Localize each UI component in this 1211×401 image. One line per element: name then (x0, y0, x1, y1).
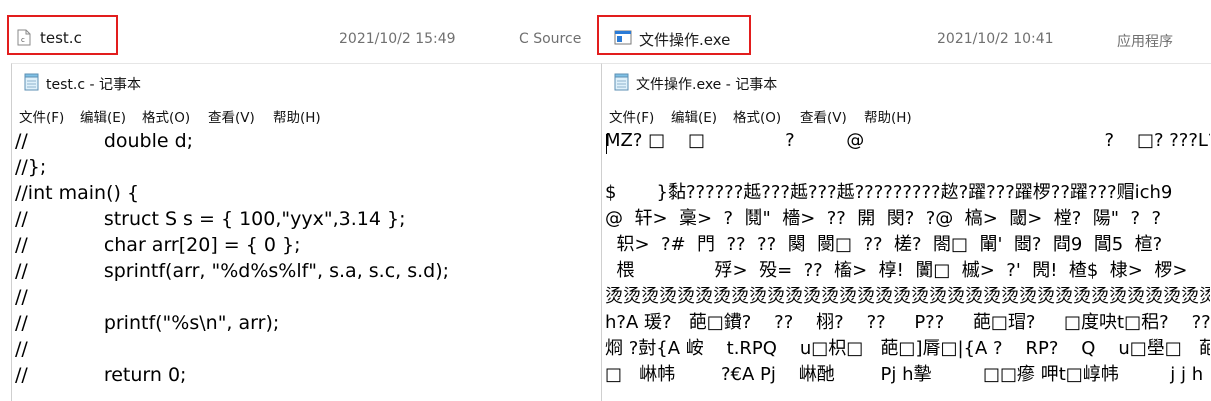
binary-text-line: @ 轩> 稾> ? 鬩" 檣> ?? 開 閔? ?@ 槁> 閾> 樘? 陽" ?… (605, 208, 1162, 229)
exe-file-icon (614, 29, 632, 46)
menu-file[interactable]: 文件(F) (609, 106, 654, 126)
code-line: //printf("%s\n", arr); (15, 312, 280, 334)
menu-view[interactable]: 查看(V) (800, 106, 847, 126)
file-explorer-list: c test.c 2021/10/2 15:49 C Source 文件操作.e… (0, 0, 1211, 62)
binary-text-line: $ }黏??????趆???趆???趆?????????趑?躍???躍椤??躍?… (605, 182, 1173, 203)
menu-edit[interactable]: 编辑(E) (671, 106, 717, 126)
file-type-test-c: C Source (519, 31, 582, 47)
notepad-window-test-c: test.c - 记事本 文件(F) 编辑(E) 格式(O) 查看(V) 帮助(… (11, 63, 601, 401)
code-line: //int main() { (15, 182, 140, 204)
file-name-exe[interactable]: 文件操作.exe (639, 29, 730, 50)
notepad-icon (23, 73, 41, 91)
code-line: //struct S s = { 100,"yyx",3.14 }; (15, 208, 406, 230)
code-line: // (15, 338, 28, 360)
svg-text:c: c (21, 36, 25, 44)
file-date-exe: 2021/10/2 10:41 (937, 31, 1054, 47)
menu-format[interactable]: 格式(O) (733, 106, 781, 126)
menu-bar: 文件(F) 编辑(E) 格式(O) 查看(V) 帮助(H) (602, 104, 1211, 126)
menu-view[interactable]: 查看(V) (208, 106, 255, 126)
code-line: // (15, 286, 28, 308)
text-editor[interactable]: MZ? □ □ ? @ ? □? ???L?This $ }黏??????趆??… (602, 128, 1211, 401)
title-bar[interactable]: test.c - 记事本 (12, 64, 601, 100)
code-line: //return 0; (15, 364, 187, 386)
menu-bar: 文件(F) 编辑(E) 格式(O) 查看(V) 帮助(H) (12, 104, 601, 126)
file-type-exe: 应用程序 (1117, 34, 1173, 50)
binary-text-line: h?A 瑗? 葩□鐨? ?? 栩? ?? P?? 葩□瑁? □度吷t□稆? ?? (605, 312, 1210, 333)
code-line: //char arr[20] = { 0 }; (15, 234, 301, 256)
title-bar[interactable]: 文件操作.exe - 记事本 (602, 64, 1211, 100)
code-line: //}; (15, 156, 47, 178)
file-date-test-c: 2021/10/2 15:49 (339, 31, 456, 47)
menu-edit[interactable]: 编辑(E) (80, 106, 126, 126)
binary-text-line: 椳 殍> 殁= ?? 槒> 椁! 闠□ 槭> ?' 閌! 楂$ 棣> 椤> (605, 260, 1188, 281)
code-line: //double d; (15, 130, 194, 152)
menu-help[interactable]: 帮助(H) (273, 106, 321, 126)
c-source-file-icon: c (17, 29, 31, 46)
binary-text-line (605, 154, 1210, 180)
binary-text-line: □ 崊帏 ?€A Pj 崊酏 Pj h摰 □□瘮 呷t□崞帏 j j h (605, 364, 1204, 385)
file-highlight-box-right[interactable]: 文件操作.exe (597, 15, 751, 55)
window-title: 文件操作.exe - 记事本 (636, 77, 778, 93)
text-editor[interactable]: //double d; //}; //int main() { //struct… (12, 128, 601, 401)
notepad-icon (613, 73, 631, 91)
menu-file[interactable]: 文件(F) (19, 106, 64, 126)
binary-text-line: 烱 ?尌{A 峖 t.RPQ u□枳□ 葩□]脣□|{A ? RP? Q u□壆… (605, 338, 1210, 359)
window-title: test.c - 记事本 (46, 77, 141, 93)
binary-text-line: 烫烫烫烫烫烫烫烫烫烫烫烫烫烫烫烫烫烫烫烫烫烫烫烫烫烫烫烫烫烫烫烫烫烫 (605, 286, 1210, 307)
binary-text-line: MZ? □ □ ? @ ? □? ???L?This (605, 130, 1210, 151)
binary-text-line: 轵> ?# 門 ?? ?? 闋 閿□ ?? 槎? 閤□ 閳' 閸? 閰9 閶5 … (605, 234, 1163, 255)
file-name-test-c[interactable]: test.c (40, 29, 82, 47)
menu-help[interactable]: 帮助(H) (864, 106, 912, 126)
notepad-window-exe: 文件操作.exe - 记事本 文件(F) 编辑(E) 格式(O) 查看(V) 帮… (601, 63, 1211, 401)
file-highlight-box-left[interactable]: c test.c (7, 15, 118, 55)
code-line: //sprintf(arr, "%d%s%lf", s.a, s.c, s.d)… (15, 260, 450, 282)
menu-format[interactable]: 格式(O) (142, 106, 190, 126)
